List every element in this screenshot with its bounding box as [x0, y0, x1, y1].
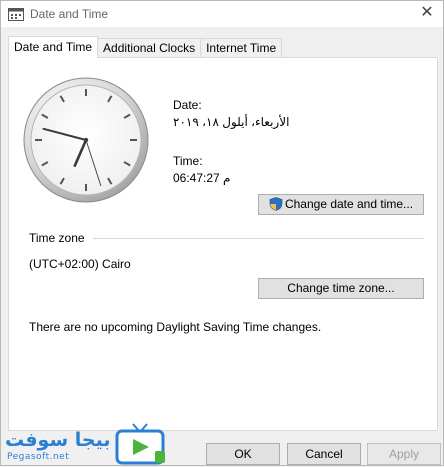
dst-message: There are no upcoming Daylight Saving Ti… [29, 320, 322, 334]
change-time-zone-button[interactable]: Change time zone... [258, 278, 424, 299]
date-time-dialog: Date and Time ✕ Date and Time Additional… [0, 0, 444, 466]
title-bar: Date and Time ✕ [1, 1, 443, 27]
tv-logo-icon [115, 423, 165, 465]
tab-additional-clocks[interactable]: Additional Clocks [97, 38, 202, 58]
tab-panel: Date: الأربعاء، أيلول ١٨، ٢٠١٩ Time: 06:… [8, 57, 438, 431]
watermark-url: Pegasoft.net [7, 452, 70, 462]
date-label: Date: [173, 98, 202, 112]
date-time-app-icon [8, 8, 24, 21]
change-date-time-label: Change date and time... [284, 197, 414, 211]
window-title: Date and Time [30, 7, 109, 21]
apply-button[interactable]: Apply [367, 443, 441, 465]
time-zone-heading: Time zone [29, 231, 85, 245]
section-divider [93, 238, 424, 239]
change-date-time-button[interactable]: Change date and time... [258, 194, 424, 215]
time-value: 06:47:27 م [173, 171, 231, 185]
date-value: الأربعاء، أيلول ١٨، ٢٠١٩ [173, 115, 290, 129]
ok-button[interactable]: OK [206, 443, 280, 465]
cancel-button[interactable]: Cancel [287, 443, 361, 465]
time-label: Time: [173, 154, 203, 168]
time-zone-value: (UTC+02:00) Cairo [29, 257, 131, 271]
uac-shield-icon [269, 197, 283, 211]
tab-strip: Date and Time Additional Clocks Internet… [8, 36, 283, 58]
tab-date-and-time[interactable]: Date and Time [8, 36, 99, 58]
close-icon[interactable]: ✕ [419, 4, 435, 22]
tab-internet-time[interactable]: Internet Time [200, 38, 283, 58]
watermark-name: بيجا سوفت [5, 429, 111, 451]
analog-clock [23, 77, 149, 203]
